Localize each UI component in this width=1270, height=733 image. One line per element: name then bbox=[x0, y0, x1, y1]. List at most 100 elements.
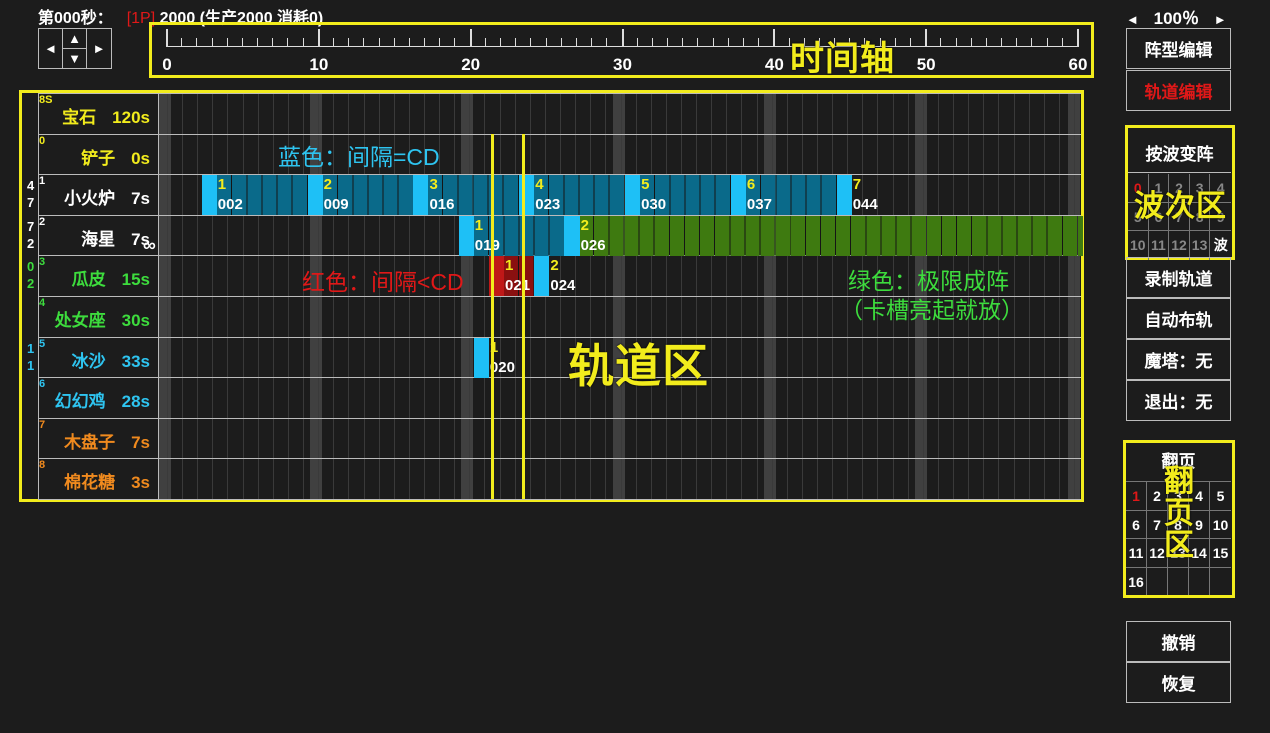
time-cursor-right[interactable] bbox=[522, 134, 525, 499]
minor-tick bbox=[363, 38, 365, 46]
right-arrow-icon: ► bbox=[92, 41, 106, 56]
track-block-blue[interactable]: 5 030 bbox=[624, 175, 731, 216]
row-card-label[interactable]: 处女座 30s bbox=[0, 306, 150, 331]
nav-up-button[interactable]: ▲ bbox=[63, 29, 87, 49]
green-legend-subnote: （卡槽亮起就放） bbox=[840, 297, 1024, 323]
block-start-marker bbox=[458, 215, 474, 256]
page-cell[interactable]: 15 bbox=[1210, 538, 1231, 567]
wave-formation-button[interactable]: 按波变阵 bbox=[1128, 132, 1231, 173]
page-cell[interactable]: 10 bbox=[1210, 509, 1231, 539]
minor-tick bbox=[985, 38, 987, 46]
block-code: 019 bbox=[474, 236, 500, 254]
nav-left-button[interactable]: ◄ bbox=[39, 29, 63, 68]
timeline-overlay-label: 时间轴 bbox=[790, 40, 895, 78]
infinity-icon: ∞ bbox=[143, 234, 156, 255]
timeline-ruler[interactable]: 0 10 20 30 40 50 60 时间轴 bbox=[149, 22, 1094, 78]
row-divider bbox=[38, 417, 1081, 419]
block-code: 021 bbox=[505, 277, 531, 295]
track-block-blue[interactable]: 1 020 bbox=[473, 337, 515, 378]
card-cooldown: 7s bbox=[131, 189, 150, 209]
page-cell[interactable]: 11 bbox=[1126, 538, 1147, 567]
minor-tick bbox=[196, 38, 198, 46]
block-number: 6 bbox=[746, 176, 756, 194]
row-card-label[interactable]: 海星 7s bbox=[0, 225, 150, 250]
block-number: 2 bbox=[580, 216, 589, 234]
major-tick bbox=[1077, 29, 1079, 47]
track-block-blue[interactable]: 1 019 bbox=[458, 215, 565, 256]
block-start-marker bbox=[534, 256, 550, 297]
track-block-blue[interactable]: 3 016 bbox=[413, 175, 520, 216]
minor-tick bbox=[712, 38, 714, 46]
nav-right-button[interactable]: ► bbox=[87, 29, 111, 68]
nav-down-button[interactable]: ▼ bbox=[63, 49, 87, 68]
page-cell bbox=[1189, 566, 1210, 595]
side-count: 2 bbox=[27, 276, 35, 292]
page-cell[interactable]: 1 bbox=[1126, 481, 1147, 510]
track-block-blue[interactable]: 2 009 bbox=[307, 175, 414, 216]
page-cell[interactable]: 6 bbox=[1126, 509, 1147, 538]
row-card-label[interactable]: 幻幻鸡 28s bbox=[0, 387, 150, 412]
minor-tick bbox=[1031, 38, 1033, 46]
card-cooldown: 3s bbox=[131, 473, 150, 493]
redo-button[interactable]: 恢复 bbox=[1126, 662, 1231, 703]
minor-tick bbox=[606, 38, 608, 46]
minor-tick bbox=[1001, 38, 1003, 46]
track-block-blue[interactable]: 4 023 bbox=[519, 175, 625, 216]
row-divider bbox=[38, 93, 1081, 94]
minor-tick bbox=[515, 38, 517, 46]
page-cell[interactable]: 5 bbox=[1210, 481, 1231, 510]
track-block-blue[interactable]: 1 002 bbox=[201, 175, 308, 216]
minor-tick bbox=[575, 38, 577, 46]
minor-tick bbox=[758, 38, 760, 46]
card-name: 幻幻鸡 bbox=[54, 392, 106, 412]
record-track-button[interactable]: 录制轨道 bbox=[1126, 257, 1231, 298]
row-card-label[interactable]: 小火炉 7s bbox=[0, 184, 150, 209]
exit-button[interactable]: 退出：无 bbox=[1126, 380, 1231, 421]
block-code: 024 bbox=[550, 277, 576, 295]
track-block-red[interactable]: 1 021 bbox=[488, 256, 535, 297]
major-tick bbox=[925, 29, 928, 47]
track-block-blue[interactable]: 2 024 bbox=[534, 256, 575, 297]
time-cursor-left[interactable] bbox=[491, 134, 494, 499]
block-number: 4 bbox=[535, 176, 544, 194]
row-card-label[interactable]: 瓜皮 15s bbox=[0, 265, 150, 290]
wave-cell[interactable]: 波 bbox=[1210, 231, 1231, 260]
major-tick bbox=[621, 29, 624, 47]
major-tick bbox=[317, 29, 320, 47]
side-count: 0 bbox=[27, 259, 35, 275]
track-block-green[interactable]: 2 026 bbox=[564, 215, 1083, 256]
wave-cell[interactable]: 10 bbox=[1128, 231, 1149, 261]
minor-tick bbox=[439, 38, 441, 46]
row-card-label[interactable]: 木盘子 7s bbox=[0, 428, 150, 453]
track-edit-button[interactable]: 轨道编辑 bbox=[1126, 70, 1231, 111]
zoom-in-icon[interactable]: ► bbox=[1214, 12, 1227, 27]
page-cell[interactable]: 16 bbox=[1126, 566, 1147, 595]
auto-track-button[interactable]: 自动布轨 bbox=[1126, 298, 1231, 339]
side-count: 4 bbox=[27, 178, 35, 194]
zoom-out-icon[interactable]: ◄ bbox=[1126, 12, 1139, 27]
row-card-label[interactable]: 铲子 0s bbox=[0, 144, 150, 169]
side-count: 1 bbox=[27, 340, 35, 356]
formation-edit-button[interactable]: 阵型编辑 bbox=[1126, 28, 1231, 69]
minor-tick bbox=[560, 38, 562, 46]
minor-tick bbox=[667, 38, 669, 46]
card-name: 小火炉 bbox=[64, 189, 116, 209]
magic-tower-button[interactable]: 魔塔：无 bbox=[1126, 339, 1231, 380]
track-area-label: 轨道区 bbox=[568, 340, 709, 392]
track-block-blue[interactable]: 6 037 bbox=[730, 175, 837, 216]
block-code: 037 bbox=[746, 196, 772, 214]
track-block-blue[interactable]: 7 044 bbox=[836, 175, 878, 216]
row-card-label[interactable]: 棉花糖 3s bbox=[0, 468, 150, 493]
block-start-marker bbox=[307, 175, 323, 216]
undo-button[interactable]: 撤销 bbox=[1126, 621, 1231, 662]
up-arrow-icon: ▲ bbox=[68, 31, 81, 46]
row-card-label[interactable]: 宝石 120s bbox=[0, 103, 150, 128]
minor-tick bbox=[1016, 38, 1018, 46]
wave-cell[interactable]: 13 bbox=[1190, 231, 1211, 261]
wave-cell[interactable]: 11 bbox=[1149, 231, 1170, 261]
wave-cell[interactable]: 12 bbox=[1169, 231, 1190, 261]
row-card-label[interactable]: 冰沙 33s bbox=[0, 347, 150, 372]
minor-tick bbox=[970, 38, 972, 46]
down-arrow-icon: ▼ bbox=[68, 51, 81, 66]
side-count: 2 bbox=[27, 235, 35, 251]
